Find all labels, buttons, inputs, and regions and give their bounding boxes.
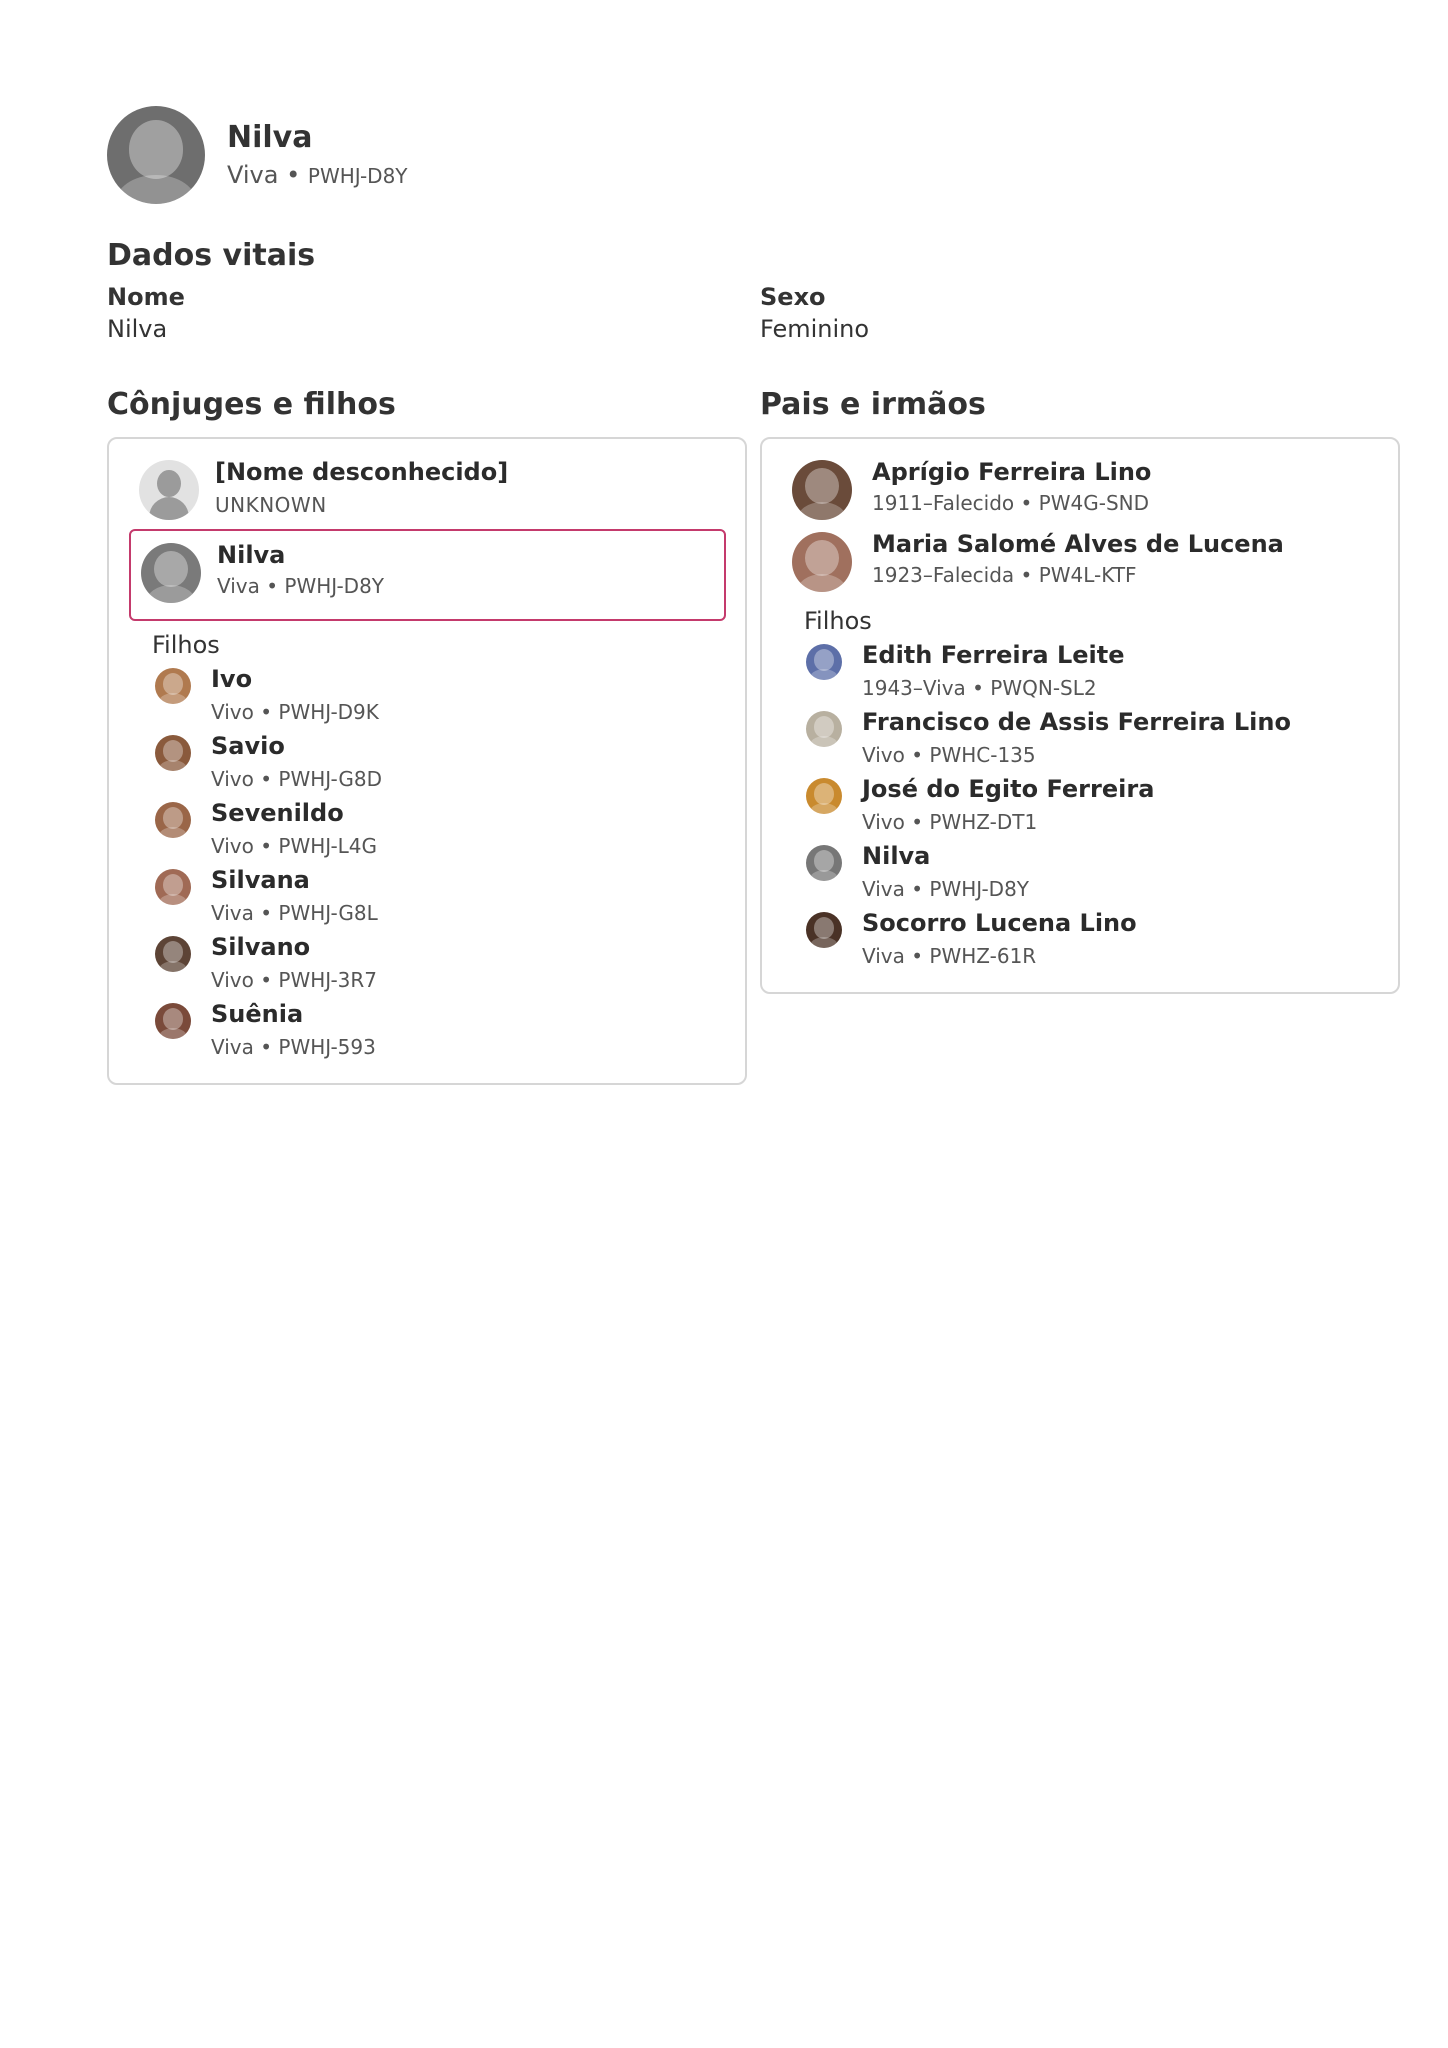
sex-value: Feminino (760, 315, 870, 343)
child-row[interactable]: Savio Vivo • PWHJ-G8D (155, 731, 382, 797)
mother-sub: 1923–Falecida • PW4L-KTF (872, 563, 1137, 587)
person-name: Nilva (227, 119, 313, 155)
mother-row[interactable]: Maria Salomé Alves de Lucena 1923–Faleci… (792, 528, 1284, 592)
child-name: Suênia (211, 1000, 304, 1028)
child-row[interactable]: José do Egito Ferreira Vivo • PWHZ-DT1 (806, 774, 1154, 840)
siblings-label: Filhos (804, 607, 872, 635)
father-name: Aprígio Ferreira Lino (872, 458, 1152, 486)
person-avatar (806, 912, 842, 948)
child-sub: Vivo • PWHJ-L4G (211, 834, 378, 858)
child-name: Edith Ferreira Leite (862, 641, 1125, 669)
child-sub: Viva • PWHJ-D8Y (862, 877, 1030, 901)
person-id: PWHJ-D8Y (307, 163, 408, 188)
mother-name: Maria Salomé Alves de Lucena (872, 530, 1284, 558)
child-sub: Vivo • PWHZ-DT1 (862, 810, 1038, 834)
name-value: Nilva (107, 315, 168, 343)
spouses-card: [Nome desconhecido] UNKNOWN Nilva Viva •… (107, 437, 747, 1085)
child-row[interactable]: Suênia Viva • PWHJ-593 (155, 999, 376, 1065)
parents-card: Aprígio Ferreira Lino 1911–Falecido • PW… (760, 437, 1400, 994)
child-name: Sevenildo (211, 799, 344, 827)
person-summary: Viva • PWHJ-D8Y (227, 158, 408, 193)
selected-name: Nilva (217, 541, 286, 569)
child-row[interactable]: Edith Ferreira Leite 1943–Viva • PWQN-SL2 (806, 640, 1125, 706)
person-status: Viva (227, 160, 279, 189)
child-name: Silvano (211, 933, 311, 961)
child-sub: Vivo • PWHC-135 (862, 743, 1036, 767)
child-name: Francisco de Assis Ferreira Lino (862, 708, 1291, 736)
unknown-person-icon (139, 460, 199, 520)
child-row[interactable]: Ivo Vivo • PWHJ-D9K (155, 664, 379, 730)
child-sub: Vivo • PWHJ-G8D (211, 767, 383, 791)
child-row[interactable]: Nilva Viva • PWHJ-D8Y (806, 841, 1029, 907)
spouse-unknown[interactable]: [Nome desconhecido] UNKNOWN (139, 456, 508, 520)
person-avatar (141, 543, 201, 603)
children-label: Filhos (152, 631, 220, 659)
person-avatar (792, 532, 852, 592)
selected-person-card[interactable]: Nilva Viva • PWHJ-D8Y (129, 529, 726, 621)
spouses-title: Cônjuges e filhos (107, 387, 396, 422)
person-avatar (806, 778, 842, 814)
father-row[interactable]: Aprígio Ferreira Lino 1911–Falecido • PW… (792, 456, 1151, 520)
child-sub: Viva • PWHJ-593 (211, 1035, 376, 1059)
vitals-title: Dados vitais (107, 238, 316, 273)
child-row[interactable]: Francisco de Assis Ferreira Lino Vivo • P… (806, 707, 1291, 773)
name-label: Nome (107, 283, 185, 311)
person-avatar (155, 802, 191, 838)
child-name: Savio (211, 732, 285, 760)
sex-label: Sexo (760, 283, 826, 311)
child-row[interactable]: Silvano Vivo • PWHJ-3R7 (155, 932, 377, 998)
child-name: José do Egito Ferreira (862, 775, 1155, 803)
person-avatar (155, 668, 191, 704)
parents-title: Pais e irmãos (760, 387, 986, 422)
person-avatar (806, 845, 842, 881)
person-avatar (155, 1003, 191, 1039)
child-name: Socorro Lucena Lino (862, 909, 1137, 937)
child-sub: 1943–Viva • PWQN-SL2 (862, 676, 1097, 700)
child-row[interactable]: Sevenildo Vivo • PWHJ-L4G (155, 798, 377, 864)
child-name: Silvana (211, 866, 310, 894)
selected-person: Nilva Viva • PWHJ-D8Y (141, 539, 384, 603)
child-sub: Vivo • PWHJ-3R7 (211, 968, 378, 992)
spouse-sub: UNKNOWN (215, 493, 327, 517)
child-row[interactable]: Socorro Lucena Lino Viva • PWHZ-61R (806, 908, 1137, 974)
person-avatar (806, 644, 842, 680)
person-header: Nilva Viva • PWHJ-D8Y (107, 106, 408, 204)
spouse-name: [Nome desconhecido] (215, 458, 509, 486)
person-avatar (107, 106, 205, 204)
person-avatar (155, 869, 191, 905)
child-row[interactable]: Silvana Viva • PWHJ-G8L (155, 865, 378, 931)
person-avatar (806, 711, 842, 747)
child-sub: Vivo • PWHJ-D9K (211, 700, 379, 724)
person-avatar (155, 936, 191, 972)
separator: • (286, 160, 301, 189)
child-name: Ivo (211, 665, 253, 693)
child-sub: Viva • PWHZ-61R (862, 944, 1037, 968)
selected-sub: Viva • PWHJ-D8Y (217, 574, 385, 598)
person-avatar (792, 460, 852, 520)
father-sub: 1911–Falecido • PW4G-SND (872, 491, 1150, 515)
child-sub: Viva • PWHJ-G8L (211, 901, 378, 925)
child-name: Nilva (862, 842, 931, 870)
person-avatar (155, 735, 191, 771)
